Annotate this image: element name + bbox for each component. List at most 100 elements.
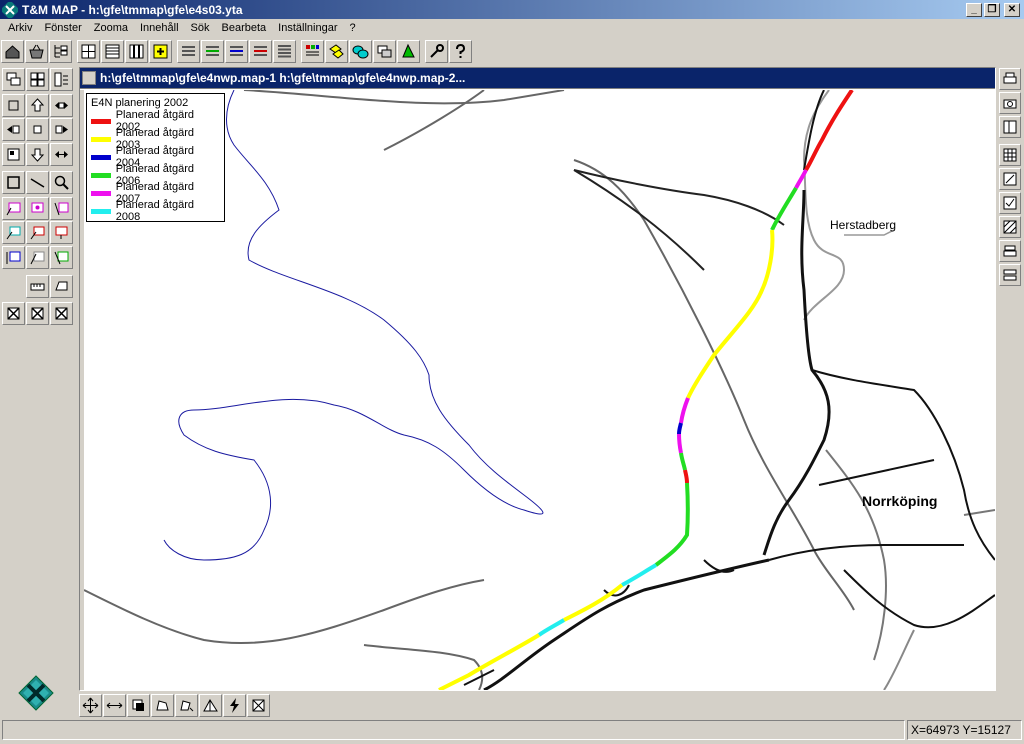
magnifier-icon — [54, 175, 69, 190]
stretch-button[interactable] — [103, 693, 126, 717]
draw-line-button[interactable] — [26, 171, 49, 194]
tile-windows-button[interactable] — [26, 68, 49, 91]
menu-zooma[interactable]: Zooma — [88, 19, 134, 37]
open-layer-button[interactable] — [1, 39, 24, 63]
copy-button[interactable] — [127, 693, 150, 717]
color-palette-button[interactable] — [301, 39, 324, 63]
snap-button[interactable] — [223, 693, 246, 717]
hatch-button[interactable] — [999, 216, 1021, 238]
pan-left-button[interactable] — [2, 118, 25, 141]
restore-button[interactable]: ❐ — [984, 2, 1000, 17]
tools-button[interactable] — [425, 39, 448, 63]
app-logo-icon — [2, 1, 18, 18]
style-lines-button[interactable] — [177, 39, 200, 63]
pan-right-button[interactable] — [50, 118, 73, 141]
map-window-titlebar[interactable]: h:\gfe\tmmap\gfe\e4nwp.map-1 h:\gfe\tmma… — [80, 68, 995, 89]
select-magenta-line-button[interactable] — [50, 197, 73, 220]
select-red-area-button[interactable] — [50, 221, 73, 244]
road-black — [573, 169, 785, 226]
red-lines-icon — [254, 45, 267, 56]
palette-icon — [306, 44, 319, 55]
select-magenta-point-button[interactable] — [2, 197, 25, 220]
minimize-button[interactable]: _ — [966, 2, 982, 17]
rotate-button[interactable] — [151, 693, 174, 717]
menu-fonster[interactable]: Fönster — [38, 19, 87, 37]
copy-icon — [132, 699, 144, 711]
delete-button-1[interactable] — [2, 302, 25, 325]
menu-sok[interactable]: Sök — [185, 19, 216, 37]
menu-arkiv[interactable]: Arkiv — [2, 19, 38, 37]
select-yellow-button[interactable] — [325, 39, 348, 63]
camera-button[interactable] — [999, 92, 1021, 114]
zoom-button[interactable] — [50, 171, 73, 194]
columns-button[interactable] — [125, 39, 148, 63]
road-black — [768, 544, 964, 561]
draw-rectangle-button[interactable] — [2, 171, 25, 194]
road-black — [811, 369, 995, 561]
add-object-button[interactable] — [149, 39, 172, 63]
select-magenta-area-button[interactable] — [26, 197, 49, 220]
map-window: h:\gfe\tmmap\gfe\e4nwp.map-1 h:\gfe\tmma… — [79, 67, 996, 691]
save-layer-button[interactable] — [25, 39, 48, 63]
select-green-button-left[interactable] — [50, 246, 73, 269]
select-gray-button[interactable] — [373, 39, 396, 63]
road-gray — [243, 90, 565, 105]
zoom-box-button[interactable] — [2, 94, 25, 117]
layers-button[interactable] — [999, 264, 1021, 286]
menu-help[interactable]: ? — [344, 19, 362, 37]
road-gray — [363, 644, 484, 690]
reshape-button[interactable] — [175, 693, 198, 717]
menu-bearbeta[interactable]: Bearbeta — [216, 19, 273, 37]
print-button[interactable] — [999, 68, 1021, 90]
menu-installningar[interactable]: Inställningar — [272, 19, 343, 37]
magenta-line-icon — [54, 202, 69, 216]
select-red-button-left[interactable] — [26, 221, 49, 244]
split-button[interactable] — [199, 693, 222, 717]
help-button[interactable] — [449, 39, 472, 63]
style-green-button[interactable] — [201, 39, 224, 63]
select-gray-button-left[interactable] — [26, 246, 49, 269]
move-button[interactable] — [79, 693, 102, 717]
erase-icon — [252, 699, 265, 711]
pan-down-button[interactable] — [26, 143, 49, 166]
arrange-button[interactable] — [50, 68, 73, 91]
app-logo-icon — [18, 675, 54, 711]
grid-view-button[interactable] — [999, 144, 1021, 166]
style-list-button[interactable] — [273, 39, 296, 63]
red-area-icon — [55, 226, 68, 239]
pan-horizontal-button[interactable] — [50, 94, 73, 117]
check-button[interactable] — [999, 192, 1021, 214]
table-view-button[interactable] — [101, 39, 124, 63]
layer-tree-button[interactable] — [49, 39, 72, 63]
select-cyan-button-left[interactable] — [2, 221, 25, 244]
zoom-previous-button[interactable] — [2, 143, 25, 166]
legend-label: Planerad åtgärd 2008 — [115, 199, 194, 223]
zoom-extent-button[interactable] — [50, 143, 73, 166]
stack-button[interactable] — [999, 240, 1021, 262]
select-green-button[interactable] — [397, 39, 420, 63]
erase-button[interactable] — [247, 693, 270, 717]
measure-button[interactable] — [26, 275, 49, 298]
cascade-windows-button[interactable] — [2, 68, 25, 91]
menu-innehall[interactable]: Innehåll — [134, 19, 185, 37]
delete-button-3[interactable] — [50, 302, 73, 325]
blue-lines-icon — [230, 45, 243, 56]
hand-icon — [55, 281, 68, 291]
style-red-button[interactable] — [249, 39, 272, 63]
pan-up-button[interactable] — [26, 94, 49, 117]
style-blue-button[interactable] — [225, 39, 248, 63]
hand-button[interactable] — [50, 275, 73, 298]
map-canvas[interactable]: E4N planering 2002 Planerad åtgärd 2002 … — [80, 90, 995, 690]
delete-icon — [31, 307, 44, 320]
wrench-icon — [430, 43, 444, 58]
legend-swatch — [91, 154, 111, 160]
gray-shapes-icon — [377, 45, 392, 57]
select-cyan-button[interactable] — [349, 39, 372, 63]
center-button[interactable] — [26, 118, 49, 141]
delete-button-2[interactable] — [26, 302, 49, 325]
map-grid-button[interactable] — [77, 39, 100, 63]
close-button[interactable]: ✕ — [1004, 2, 1020, 17]
layout-button[interactable] — [999, 116, 1021, 138]
select-blue-button-left[interactable] — [2, 246, 25, 269]
edit-shape-button[interactable] — [999, 168, 1021, 190]
